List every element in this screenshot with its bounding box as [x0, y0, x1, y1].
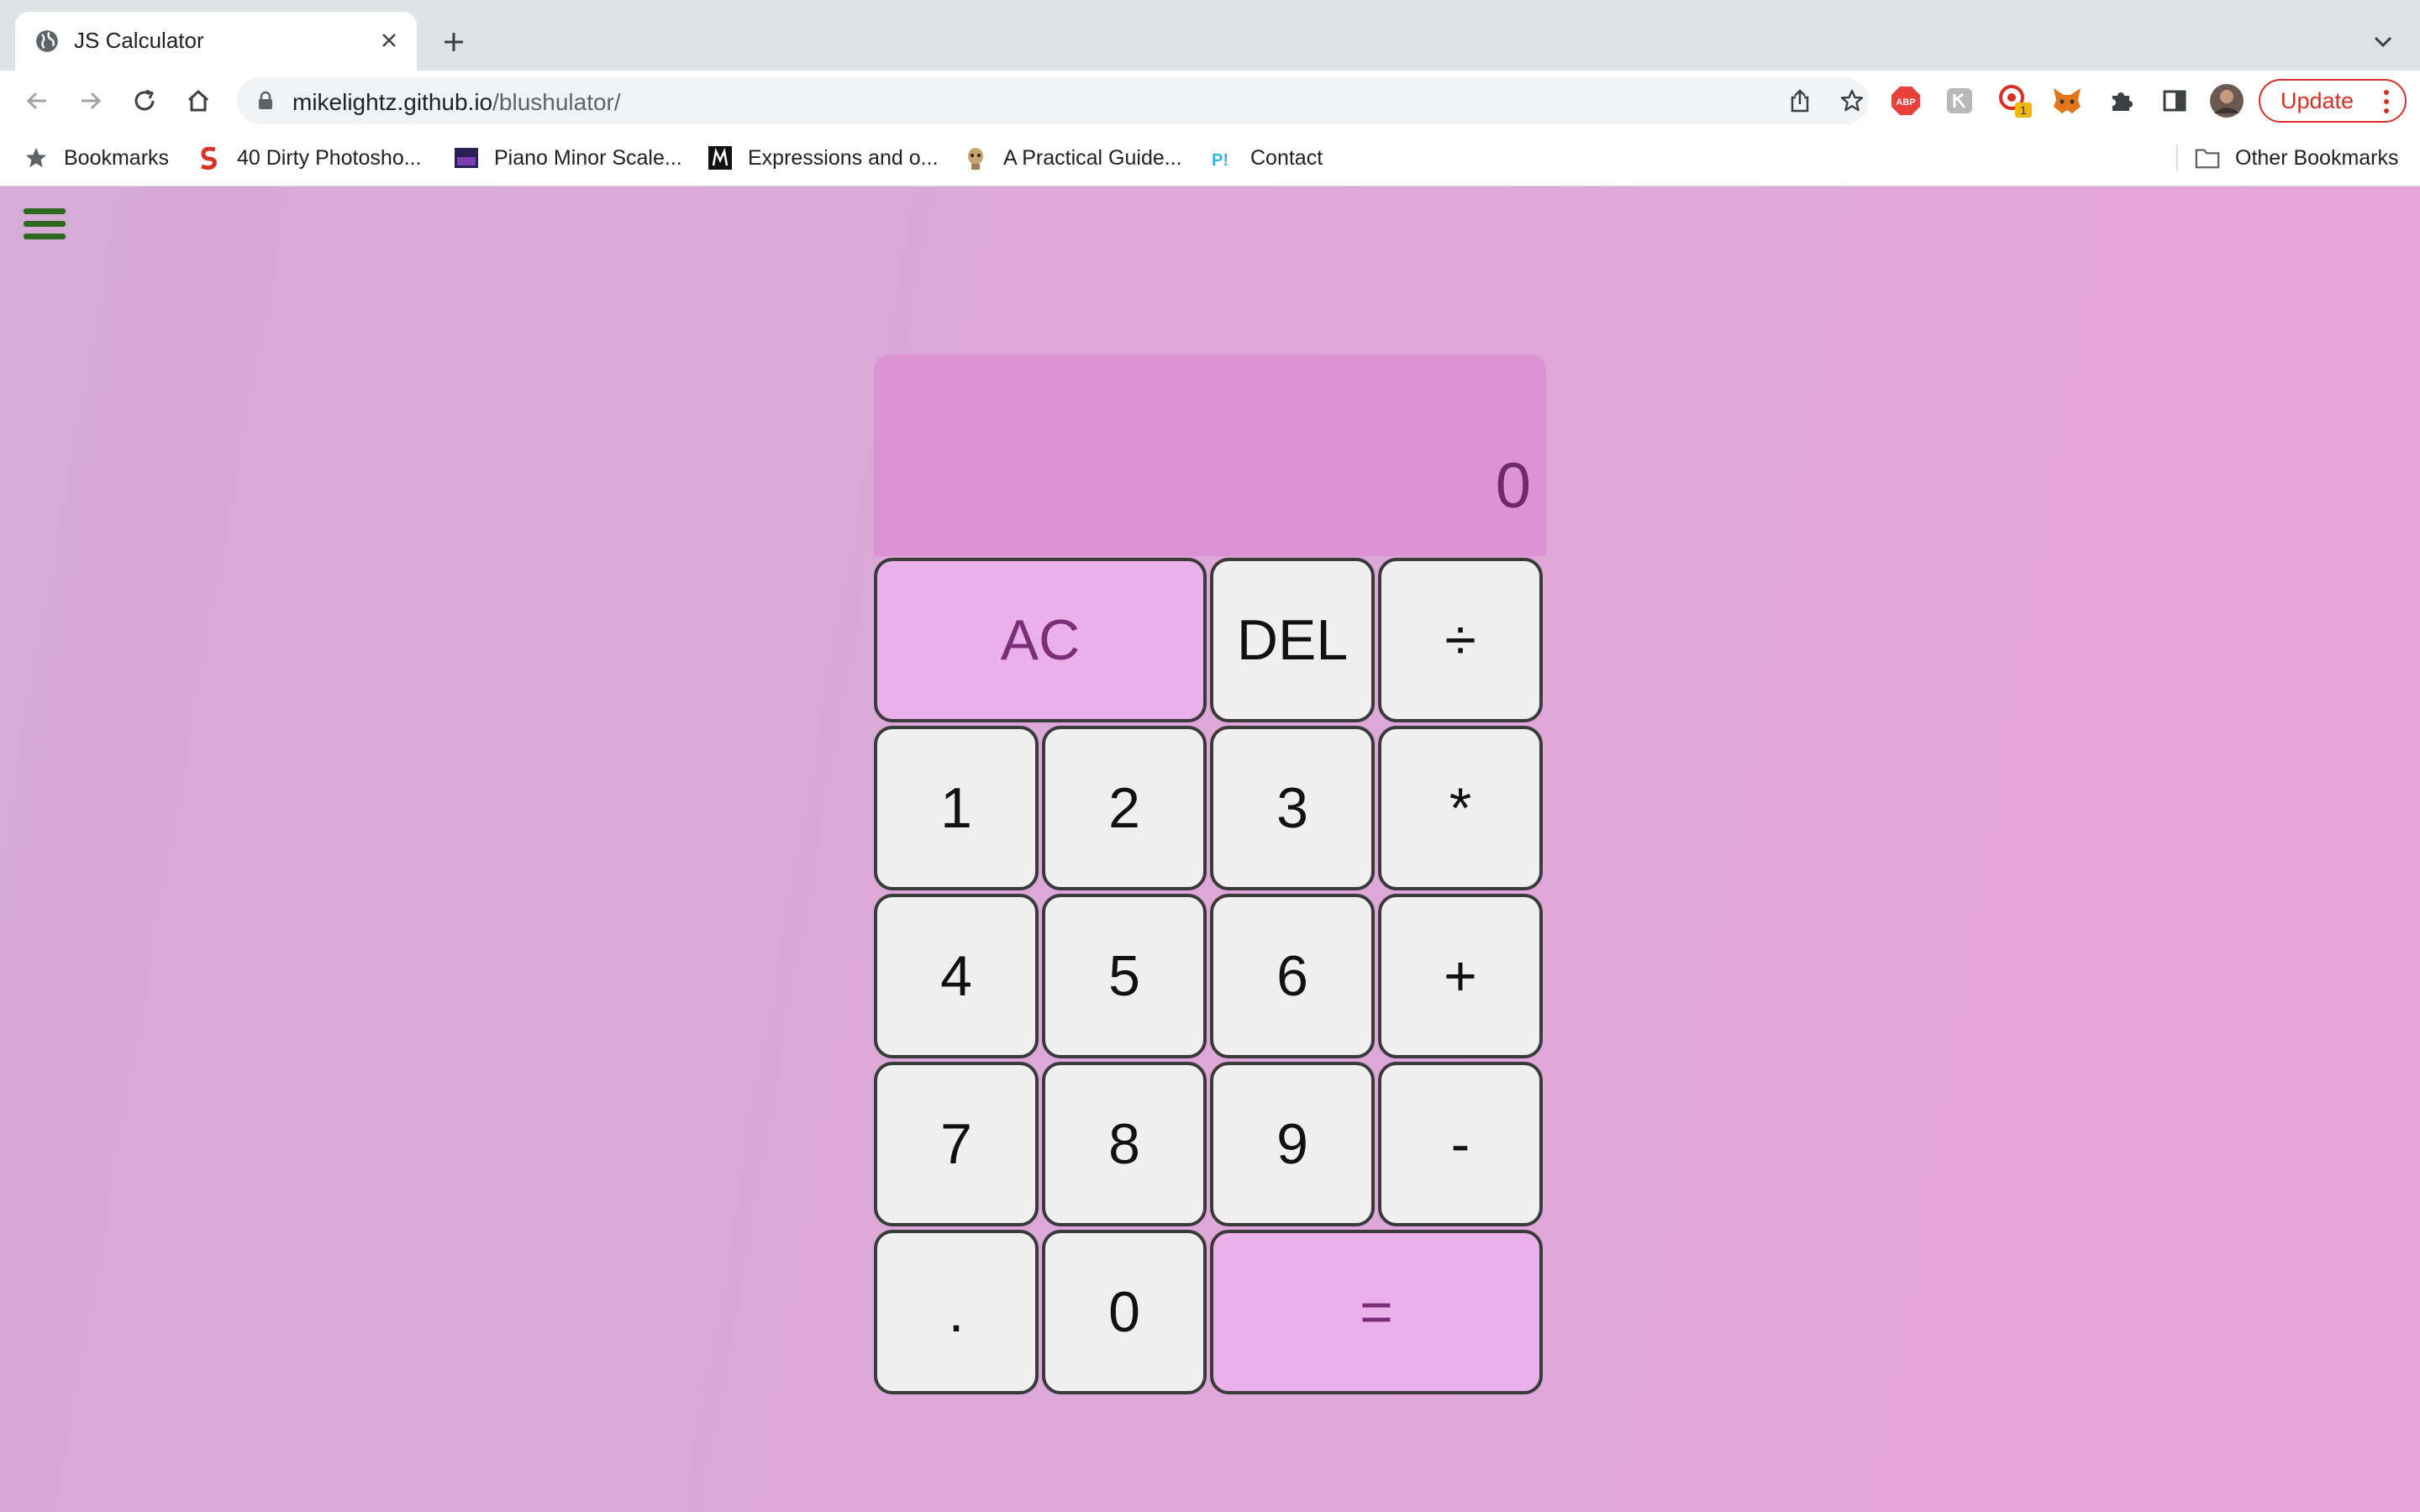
sidepanel-icon[interactable]	[2156, 82, 2193, 119]
clear-button[interactable]: AC	[874, 558, 1207, 722]
update-label: Update	[2281, 87, 2354, 113]
bookmark-label: Piano Minor Scale...	[494, 145, 682, 170]
share-icon[interactable]	[1785, 86, 1815, 116]
new-tab-icon[interactable]	[437, 25, 471, 59]
bookmarks-divider	[2176, 144, 2178, 171]
other-bookmarks[interactable]: Other Bookmarks	[2195, 141, 2399, 175]
calculator-page: 0 AC DEL ÷ 1 2 3 * 4 5 6 + 7 8 9 - . 0 =	[0, 186, 2420, 1512]
bookmark-label: Bookmarks	[64, 145, 170, 170]
globe-icon	[36, 30, 58, 52]
digit-7-button[interactable]: 7	[874, 1062, 1039, 1226]
back-icon[interactable]	[18, 82, 55, 119]
digit-3-button[interactable]: 3	[1210, 726, 1375, 890]
kebab-menu-icon[interactable]	[2383, 89, 2390, 114]
close-tab-icon[interactable]	[375, 26, 403, 55]
bookmark-label: A Practical Guide...	[1003, 145, 1182, 170]
browser-tab[interactable]: JS Calculator	[15, 12, 417, 71]
decimal-button[interactable]: .	[874, 1230, 1039, 1394]
hamburger-menu-icon[interactable]	[22, 205, 67, 245]
meerkat-icon	[963, 145, 988, 171]
divide-button[interactable]: ÷	[1378, 558, 1543, 722]
bookmark-item-guide[interactable]: A Practical Guide...	[963, 141, 1182, 175]
bookmark-item-bookmarks[interactable]: Bookmarks	[24, 141, 169, 175]
calculator-display: 0	[874, 354, 1546, 556]
bookmark-item-photoshop[interactable]: 40 Dirty Photosho...	[197, 141, 422, 175]
address-bar[interactable]: mikelightz.github.io/blushulator/	[237, 77, 1869, 124]
digit-1-button[interactable]: 1	[874, 726, 1039, 890]
chevron-down-icon[interactable]	[2366, 25, 2400, 59]
tab-strip: JS Calculator	[0, 0, 2420, 71]
equals-button[interactable]: =	[1210, 1230, 1543, 1394]
digit-4-button[interactable]: 4	[874, 894, 1039, 1058]
display-value: 0	[1495, 450, 1531, 522]
digit-0-button[interactable]: 0	[1042, 1230, 1207, 1394]
minus-button[interactable]: -	[1378, 1062, 1543, 1226]
m-logo-icon	[708, 145, 733, 171]
bookmark-label: Expressions and o...	[748, 145, 939, 170]
svg-text:ABP: ABP	[1896, 97, 1915, 108]
star-bookmark-icon[interactable]	[1837, 86, 1867, 116]
svg-text:P!: P!	[1212, 151, 1228, 170]
reload-icon[interactable]	[126, 82, 163, 119]
lock-icon	[259, 91, 272, 109]
extension-badge: 1	[2020, 103, 2027, 117]
digit-5-button[interactable]: 5	[1042, 894, 1207, 1058]
delete-button[interactable]: DEL	[1210, 558, 1375, 722]
ext-grey-icon[interactable]	[1941, 82, 1978, 119]
bookmark-item-contact[interactable]: P! Contact	[1210, 141, 1323, 175]
url-text[interactable]: mikelightz.github.io/blushulator/	[292, 89, 621, 116]
home-icon[interactable]	[180, 82, 217, 119]
metamask-icon[interactable]	[2049, 82, 2086, 119]
avatar[interactable]	[2208, 82, 2245, 119]
digit-8-button[interactable]: 8	[1042, 1062, 1207, 1226]
digit-6-button[interactable]: 6	[1210, 894, 1375, 1058]
s-logo-icon	[197, 145, 222, 171]
bookmark-label: 40 Dirty Photosho...	[237, 145, 422, 170]
forward-icon[interactable]	[72, 82, 109, 119]
ext-badge-icon[interactable]: 1	[1996, 82, 2033, 119]
piano-thumb-icon	[454, 145, 479, 171]
url-host: mikelightz.github.io	[292, 89, 493, 115]
p-logo-icon: P!	[1210, 145, 1235, 171]
folder-icon	[2195, 145, 2220, 171]
adblock-icon[interactable]: ABP	[1887, 82, 1924, 119]
update-button[interactable]: Update	[2259, 79, 2407, 123]
tab-title: JS Calculator	[74, 28, 204, 53]
star-icon	[24, 145, 49, 171]
digit-9-button[interactable]: 9	[1210, 1062, 1375, 1226]
browser-toolbar: mikelightz.github.io/blushulator/ ABP 1 …	[0, 71, 2420, 129]
plus-button[interactable]: +	[1378, 894, 1543, 1058]
multiply-button[interactable]: *	[1378, 726, 1543, 890]
bookmark-item-piano[interactable]: Piano Minor Scale...	[454, 141, 682, 175]
bookmarks-bar: Bookmarks 40 Dirty Photosho... Piano Min…	[0, 129, 2420, 186]
bookmark-label: Contact	[1250, 145, 1323, 170]
digit-2-button[interactable]: 2	[1042, 726, 1207, 890]
puzzle-icon[interactable]	[2102, 82, 2139, 119]
bookmark-item-expressions[interactable]: Expressions and o...	[708, 141, 939, 175]
url-path: /blushulator/	[492, 89, 621, 115]
other-bookmarks-label: Other Bookmarks	[2235, 145, 2399, 170]
